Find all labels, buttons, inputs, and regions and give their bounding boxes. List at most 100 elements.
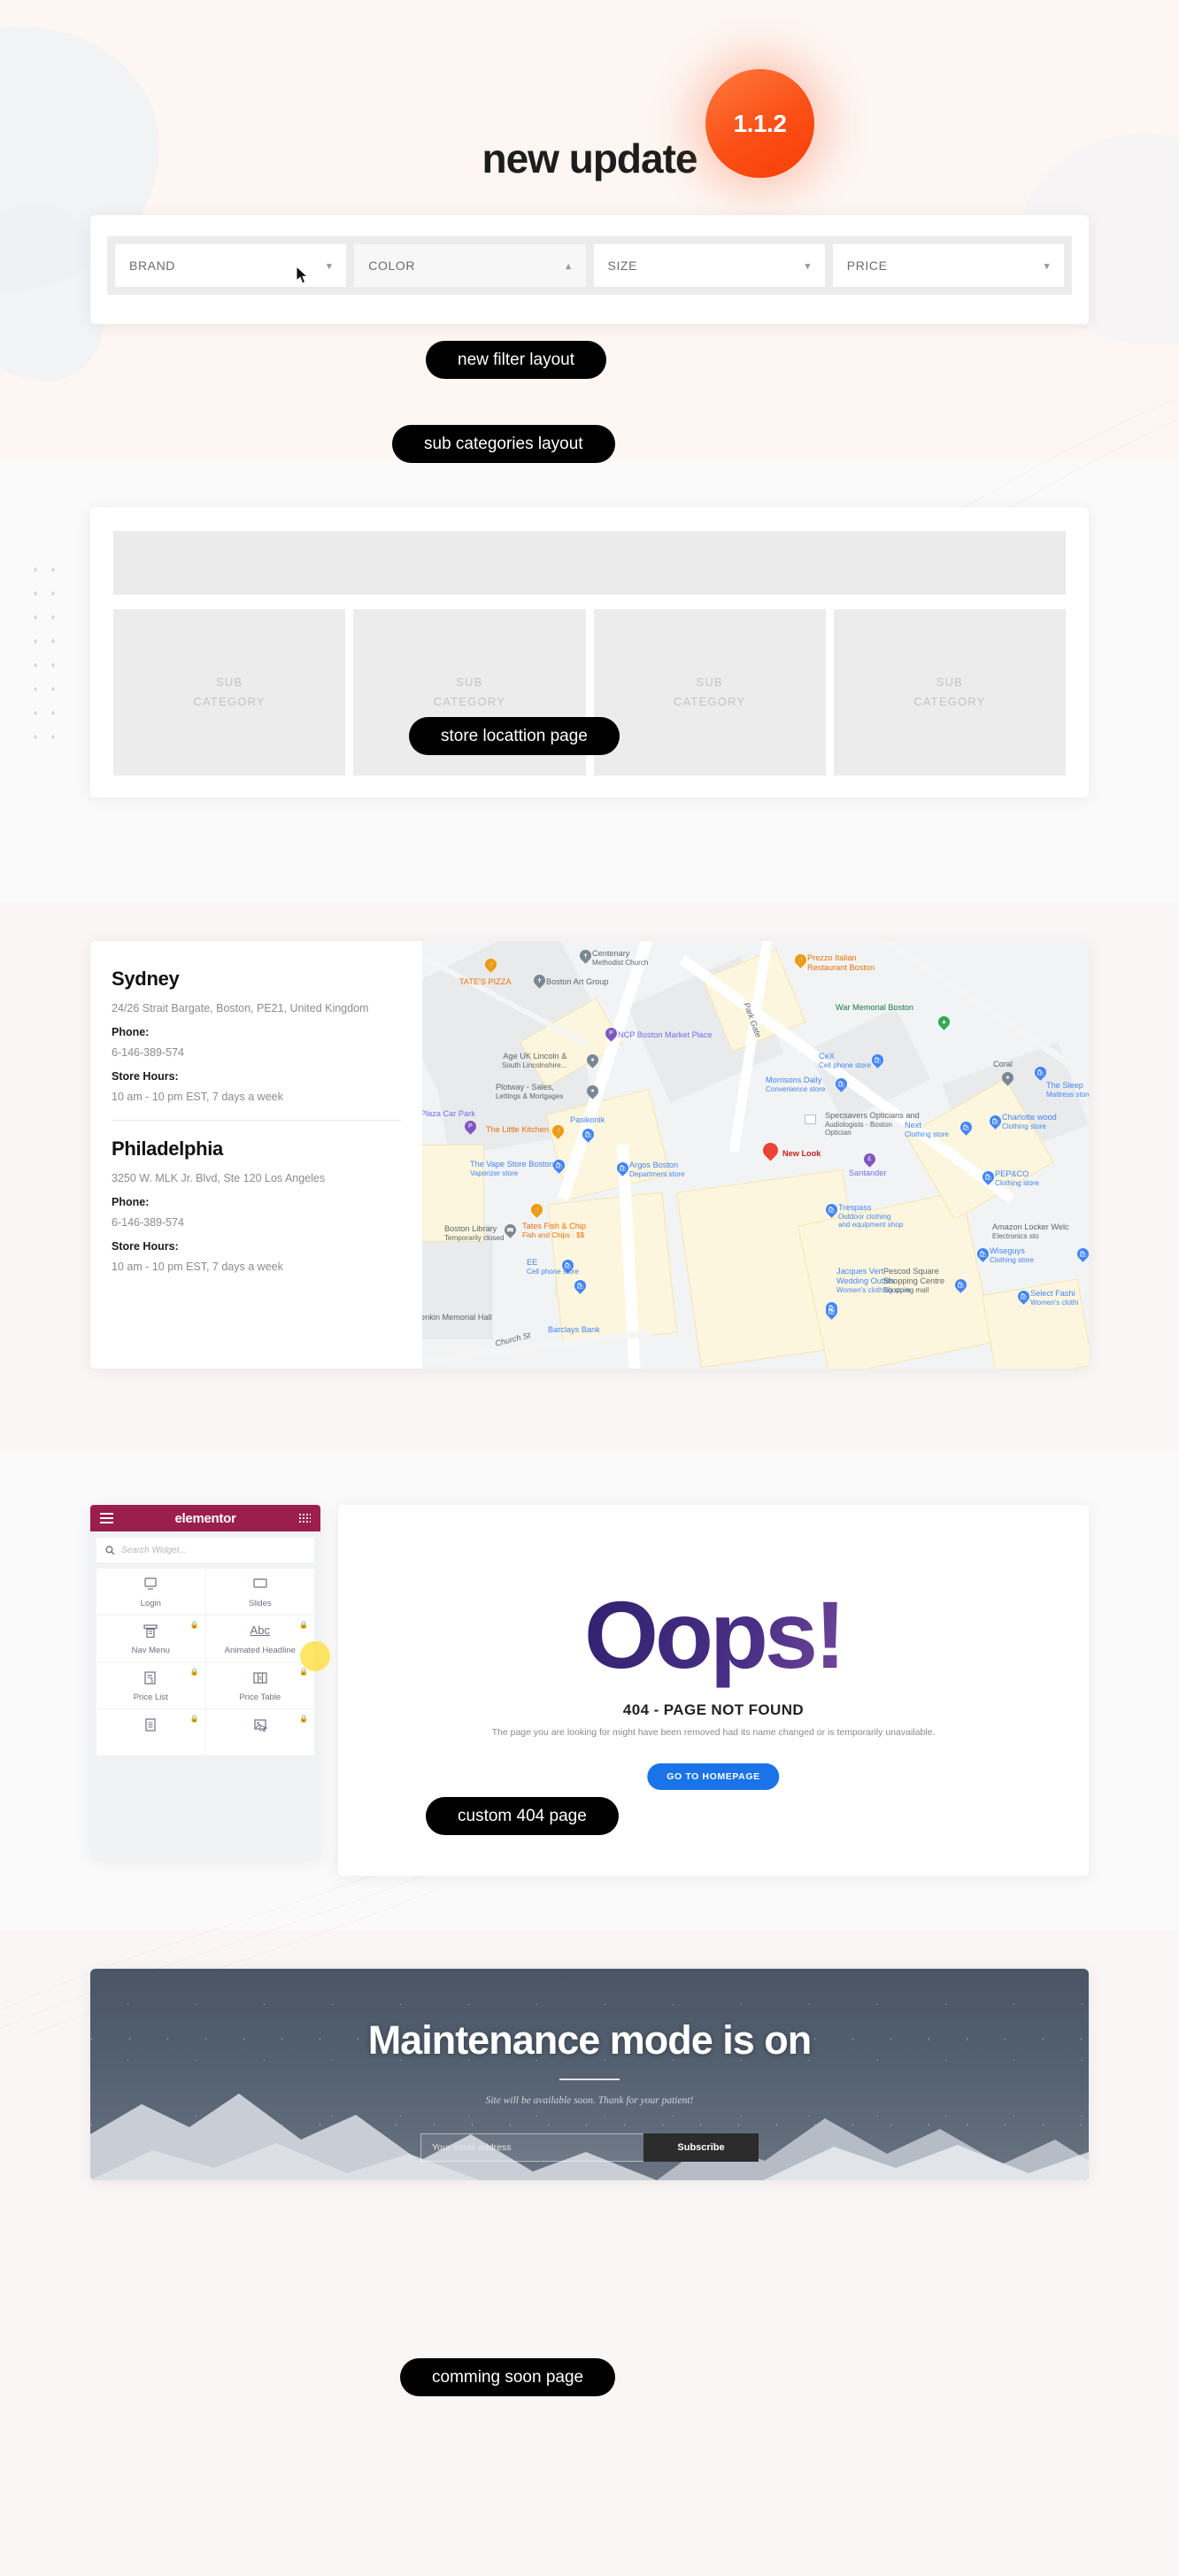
map-pin-library[interactable]: 📖 <box>505 1224 516 1239</box>
map-pin-church[interactable]: ✝ <box>580 950 591 965</box>
widget-tile-price-table[interactable]: 🔒 $ Price Table <box>205 1662 314 1708</box>
pill-store-location-page[interactable]: store locattion page <box>409 717 620 755</box>
map-pin-restaurant[interactable]: 🍴 <box>531 1204 543 1219</box>
map-label: Boston Art Group <box>546 977 609 986</box>
map-pin-store[interactable]: 🛍 <box>826 1204 837 1219</box>
map-pin-place[interactable]: ● <box>587 1054 598 1069</box>
store-icon: 🛍 <box>991 1118 999 1125</box>
map-pin-store[interactable]: 🛍 <box>1077 1248 1089 1263</box>
map-label: Plaza Car Park <box>422 1109 475 1118</box>
map-pin-store[interactable]: 🛍 <box>553 1160 565 1175</box>
lock-icon: 🔒 <box>299 1715 308 1723</box>
restaurant-icon: 🍴 <box>797 957 805 964</box>
store-icon: 🛍 <box>979 1251 987 1258</box>
pill-sub-categories-layout[interactable]: sub categories layout <box>392 425 615 463</box>
map-pin-store[interactable]: 🛍 <box>982 1171 994 1186</box>
map-pin-place[interactable]: ● <box>1002 1072 1013 1087</box>
pill-label: custom 404 page <box>458 1806 587 1825</box>
map-pin-store[interactable]: 🛍 <box>990 1115 1001 1130</box>
widget-tile-animated-headline[interactable]: 🔒 Abc Animated Headline <box>205 1616 314 1662</box>
map-pin-store[interactable]: 🛍 <box>955 1279 967 1294</box>
subcategory-tile[interactable]: SUB CATEGORY <box>593 609 826 775</box>
widget-tile-media[interactable]: 🔒 <box>205 1709 314 1755</box>
decorative-dot-grid <box>27 558 62 752</box>
map-pin-restaurant[interactable]: 🍴 <box>485 959 497 974</box>
price-table-icon: $ <box>253 1672 267 1684</box>
map-pin-place[interactable]: ● <box>587 1085 598 1100</box>
widget-search-field[interactable]: Search Widget... <box>96 1538 314 1562</box>
pill-label: store locattion page <box>441 726 588 745</box>
map-pin-church[interactable]: ✝ <box>534 975 545 990</box>
widget-tile-login[interactable]: Login <box>96 1569 205 1615</box>
widget-label: Price Table <box>239 1693 281 1702</box>
widget-tile-nav-menu[interactable]: 🔒 Nav Menu <box>96 1616 205 1662</box>
map-pin-store[interactable]: 🛍 <box>574 1280 586 1295</box>
map-pin-store[interactable]: 🛍 <box>1018 1291 1029 1306</box>
store-map[interactable]: 🍴 TATE'S PIZZA ✝ Centenary Methodist Chur… <box>422 941 1089 1369</box>
church-icon: ✝ <box>582 953 589 960</box>
go-to-homepage-button[interactable]: GO TO HOMEPAGE <box>647 1763 780 1790</box>
map-label: Pasikonik <box>570 1115 605 1124</box>
store-icon: 🛍 <box>837 1081 845 1088</box>
subcategory-tile[interactable]: SUB CATEGORY <box>113 609 346 775</box>
store-name: Philadelphia <box>112 1138 223 1160</box>
store-hours-label: Store Hours: <box>112 1240 179 1253</box>
map-pin-store[interactable]: 🛍 <box>617 1162 628 1177</box>
subscribe-button[interactable]: Subscribe <box>643 2133 759 2162</box>
map-pin-parking[interactable]: P <box>465 1121 476 1136</box>
pill-new-filter-layout[interactable]: new filter layout <box>426 341 607 379</box>
subcategory-tile-line2: CATEGORY <box>433 695 506 708</box>
pill-custom-404-page[interactable]: custom 404 page <box>426 1797 619 1835</box>
hamburger-icon[interactable] <box>100 1513 113 1526</box>
marker-icon <box>763 1143 778 1158</box>
restaurant-icon: 🍴 <box>554 1128 562 1135</box>
widget-tile-document[interactable]: 🔒 <box>96 1709 205 1755</box>
widget-tile-slides[interactable]: Slides <box>205 1569 314 1615</box>
chevron-down-icon: ▾ <box>327 260 333 272</box>
store-phone-value: 6-146-389-574 <box>112 1216 185 1229</box>
mouse-cursor-icon <box>296 266 309 284</box>
subcategory-tile-line2: CATEGORY <box>673 695 746 708</box>
search-icon <box>105 1545 115 1554</box>
filter-dropdown-brand[interactable]: BRAND ▾ <box>115 244 347 287</box>
map-pin-parking[interactable]: P <box>605 1028 617 1043</box>
elementor-widget-panel: elementor Search Widget... Login Slides … <box>90 1505 320 1859</box>
pill-coming-soon-page[interactable]: comming soon page <box>400 2358 616 2396</box>
map-label: Pescod Square Shopping Centre Shopping mal… <box>883 1267 944 1294</box>
map-label: Prezzo Italian Restaurant Boston <box>807 953 875 972</box>
map-pin-store[interactable]: 🛍 <box>582 1129 594 1144</box>
map-label: Morrisons Daily Convenience store <box>766 1076 826 1093</box>
subcategory-tile[interactable]: SUB CATEGORY <box>833 609 1066 775</box>
grid-icon[interactable] <box>298 1513 311 1524</box>
filter-dropdown-color[interactable]: COLOR ▴ <box>354 244 586 287</box>
store-icon: 🛍 <box>619 1165 627 1172</box>
store-icon: 🛍 <box>1020 1293 1028 1300</box>
map-pin-bank[interactable]: £ <box>864 1153 875 1168</box>
filter-dropdown-price[interactable]: PRICE ▾ <box>832 244 1064 287</box>
widget-tile-price-list[interactable]: 🔒 $ Price List <box>96 1662 205 1708</box>
map-pin-store[interactable]: 🛍 <box>960 1122 972 1137</box>
map-pin-selected-location[interactable] <box>763 1143 780 1164</box>
media-icon <box>254 1719 268 1732</box>
filter-label-size: SIZE <box>607 258 638 273</box>
pill-label: new filter layout <box>458 350 575 369</box>
abc-icon: Abc <box>250 1623 270 1637</box>
map-label: Age UK Lincoln & South Lincolnshire... <box>502 1052 567 1069</box>
filter-dropdown-size[interactable]: SIZE ▾ <box>593 244 825 287</box>
email-field[interactable] <box>420 2133 643 2162</box>
store-hours-label: Store Hours: <box>112 1070 179 1083</box>
widget-label: Animated Headline <box>224 1646 296 1655</box>
map-pin-restaurant[interactable]: 🍴 <box>795 954 806 969</box>
map-pin-restaurant[interactable]: 🍴 <box>552 1125 564 1140</box>
filter-layout-preview-card: BRAND ▾ COLOR ▴ SIZE ▾ PRICE ▾ <box>90 215 1089 324</box>
store-entry: Sydney 24/26 Strait Bargate, Boston, PE2… <box>112 968 401 1103</box>
map-pin-store[interactable]: 🛍 <box>1035 1067 1046 1082</box>
store-icon: 🛍 <box>962 1124 970 1131</box>
map-pin-store[interactable]: 🛍 <box>977 1248 989 1263</box>
map-pin-store[interactable]: 🛍 <box>836 1078 847 1093</box>
map-label: Select Fashi Women's clothi <box>1030 1289 1079 1307</box>
mountain-illustration <box>90 2094 1089 2180</box>
map-pin-park[interactable]: ▲ <box>938 1016 950 1031</box>
map-pin-store[interactable]: 🛍 <box>872 1054 883 1069</box>
store-icon: 🛍 <box>984 1174 992 1181</box>
